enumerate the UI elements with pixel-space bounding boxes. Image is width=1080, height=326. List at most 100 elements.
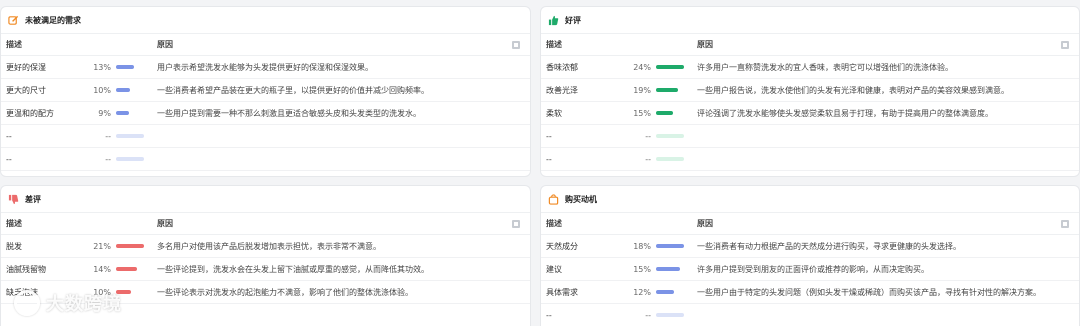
row-desc: --	[546, 310, 552, 320]
percentage-bar	[656, 244, 684, 248]
row-desc: 建议	[546, 264, 562, 274]
row-desc: --	[546, 154, 552, 164]
percentage-bar-fill	[656, 267, 680, 271]
table-header: 描述 原因	[541, 34, 1079, 56]
positive-reviews-panel: 好评 描述 原因 香味浓郁 24% 许多用户一直称赞洗发水的宜人香味，表明它可以增强…	[540, 6, 1080, 177]
percentage-bar	[116, 65, 144, 69]
row-percentage: 21%	[93, 241, 111, 251]
percentage-bar	[656, 267, 684, 271]
percentage-bar-fill	[656, 244, 684, 248]
row-reason: 评论强调了洗发水能够使头发感觉柔软且易于打理，有助于提高用户的整体满意度。	[697, 108, 993, 118]
percentage-bar-fill	[656, 111, 674, 115]
row-percentage: 14%	[93, 264, 111, 274]
percentage-bar-fill	[116, 134, 144, 138]
row-percentage: 19%	[633, 85, 651, 95]
percentage-bar	[656, 65, 684, 69]
column-settings-icon[interactable]	[1061, 220, 1069, 228]
row-reason: 一些用户提到需要一种不那么刺激且更适合敏感头皮和头发类型的洗发水。	[157, 108, 421, 118]
table-row: 香味浓郁 24% 许多用户一直称赞洗发水的宜人香味，表明它可以增强他们的洗涤体验。	[541, 56, 1079, 79]
percentage-bar	[656, 134, 684, 138]
row-percentage: --	[645, 131, 651, 141]
table-row: 脱发 21% 多名用户对使用该产品后脱发增加表示担忧，表示非常不满意。	[1, 235, 530, 258]
percentage-bar-fill	[656, 290, 675, 294]
row-percentage: 15%	[633, 264, 651, 274]
header-desc: 描述	[6, 40, 22, 49]
row-reason: 许多用户一直称赞洗发水的宜人香味，表明它可以增强他们的洗涤体验。	[697, 62, 953, 72]
table-row: 建议 15% 许多用户提到受到朋友的正面评价或推荐的影响，从而决定购买。	[541, 258, 1079, 281]
row-desc: 具体需求	[546, 287, 578, 297]
table-row: -- --	[541, 148, 1079, 171]
row-percentage: 18%	[633, 241, 651, 251]
percentage-bar-fill	[116, 267, 137, 271]
row-desc: 更大的尺寸	[6, 85, 46, 95]
percentage-bar-fill	[656, 157, 684, 161]
row-reason: 一些消费者有动力根据产品的天然成分进行购买，寻求更健康的头发选择。	[697, 241, 961, 251]
percentage-bar	[656, 111, 684, 115]
row-desc: --	[6, 154, 12, 164]
thumbs-down-icon	[7, 193, 19, 205]
percentage-bar	[116, 88, 144, 92]
row-percentage: --	[105, 154, 111, 164]
table-row: 更好的保湿 13% 用户表示希望洗发水能够为头发提供更好的保湿和保湿效果。	[1, 56, 530, 79]
row-reason: 一些评论表示对洗发水的起泡能力不满意，影响了他们的整体洗涤体验。	[157, 287, 413, 297]
header-desc: 描述	[546, 40, 562, 49]
percentage-bar-fill	[116, 111, 129, 115]
row-reason: 一些消费者希望产品装在更大的瓶子里，以提供更好的价值并减少回购频率。	[157, 85, 429, 95]
table-row: -- --	[541, 304, 1079, 326]
table-row: 更温和的配方 9% 一些用户提到需要一种不那么刺激且更适合敏感头皮和头发类型的洗发水…	[1, 102, 530, 125]
row-desc: 油腻残留物	[6, 264, 46, 274]
percentage-bar	[656, 313, 684, 317]
header-reason: 原因	[157, 40, 173, 49]
row-percentage: --	[645, 310, 651, 320]
row-percentage: --	[105, 131, 111, 141]
percentage-bar-fill	[656, 88, 679, 92]
panel-title: 未被满足的需求	[25, 15, 81, 25]
row-desc: 脱发	[6, 241, 22, 251]
panel-title: 好评	[565, 15, 581, 25]
row-desc: 更好的保湿	[6, 62, 46, 72]
percentage-bar	[656, 157, 684, 161]
row-reason: 一些用户由于特定的头发问题（例如头发干燥或稀疏）而购买该产品，寻找有针对性的解决…	[697, 287, 1041, 297]
percentage-bar	[116, 134, 144, 138]
panel-title: 差评	[25, 194, 41, 204]
percentage-bar-fill	[656, 134, 684, 138]
column-settings-icon[interactable]	[512, 220, 520, 228]
table-row: -- --	[541, 125, 1079, 148]
header-desc: 描述	[546, 219, 562, 228]
table-header: 描述 原因	[1, 34, 530, 56]
row-desc: 改善光泽	[546, 85, 578, 95]
row-percentage: --	[645, 154, 651, 164]
percentage-bar-fill	[116, 65, 135, 69]
row-reason: 许多用户提到受到朋友的正面评价或推荐的影响，从而决定购买。	[697, 264, 929, 274]
row-desc: 更温和的配方	[6, 108, 54, 118]
panel-title: 购买动机	[565, 194, 597, 204]
row-desc: 天然成分	[546, 241, 578, 251]
column-settings-icon[interactable]	[1061, 41, 1069, 49]
table-header: 描述 原因	[541, 213, 1079, 235]
watermark-text: 大数跨境	[46, 294, 122, 315]
percentage-bar	[116, 157, 144, 161]
header-reason: 原因	[697, 40, 713, 49]
row-desc: --	[6, 131, 12, 141]
percentage-bar	[656, 88, 684, 92]
panel-header: 购买动机	[541, 186, 1079, 213]
table-header: 描述 原因	[1, 213, 530, 235]
panel-header: 差评	[1, 186, 530, 213]
percentage-bar-fill	[116, 88, 130, 92]
row-reason: 用户表示希望洗发水能够为头发提供更好的保湿和保湿效果。	[157, 62, 373, 72]
row-percentage: 10%	[93, 85, 111, 95]
panel-header: 未被满足的需求	[1, 7, 530, 34]
row-percentage: 24%	[633, 62, 651, 72]
row-percentage: 12%	[633, 287, 651, 297]
percentage-bar-fill	[656, 313, 684, 317]
percentage-bar-fill	[116, 244, 144, 248]
thumbs-up-icon	[547, 14, 559, 26]
header-desc: 描述	[6, 219, 22, 228]
row-percentage: 13%	[93, 62, 111, 72]
percentage-bar	[116, 267, 144, 271]
row-desc: 香味浓郁	[546, 62, 578, 72]
column-settings-icon[interactable]	[512, 41, 520, 49]
percentage-bar	[116, 244, 144, 248]
header-reason: 原因	[157, 219, 173, 228]
brand-watermark: 大数跨境	[14, 290, 122, 316]
